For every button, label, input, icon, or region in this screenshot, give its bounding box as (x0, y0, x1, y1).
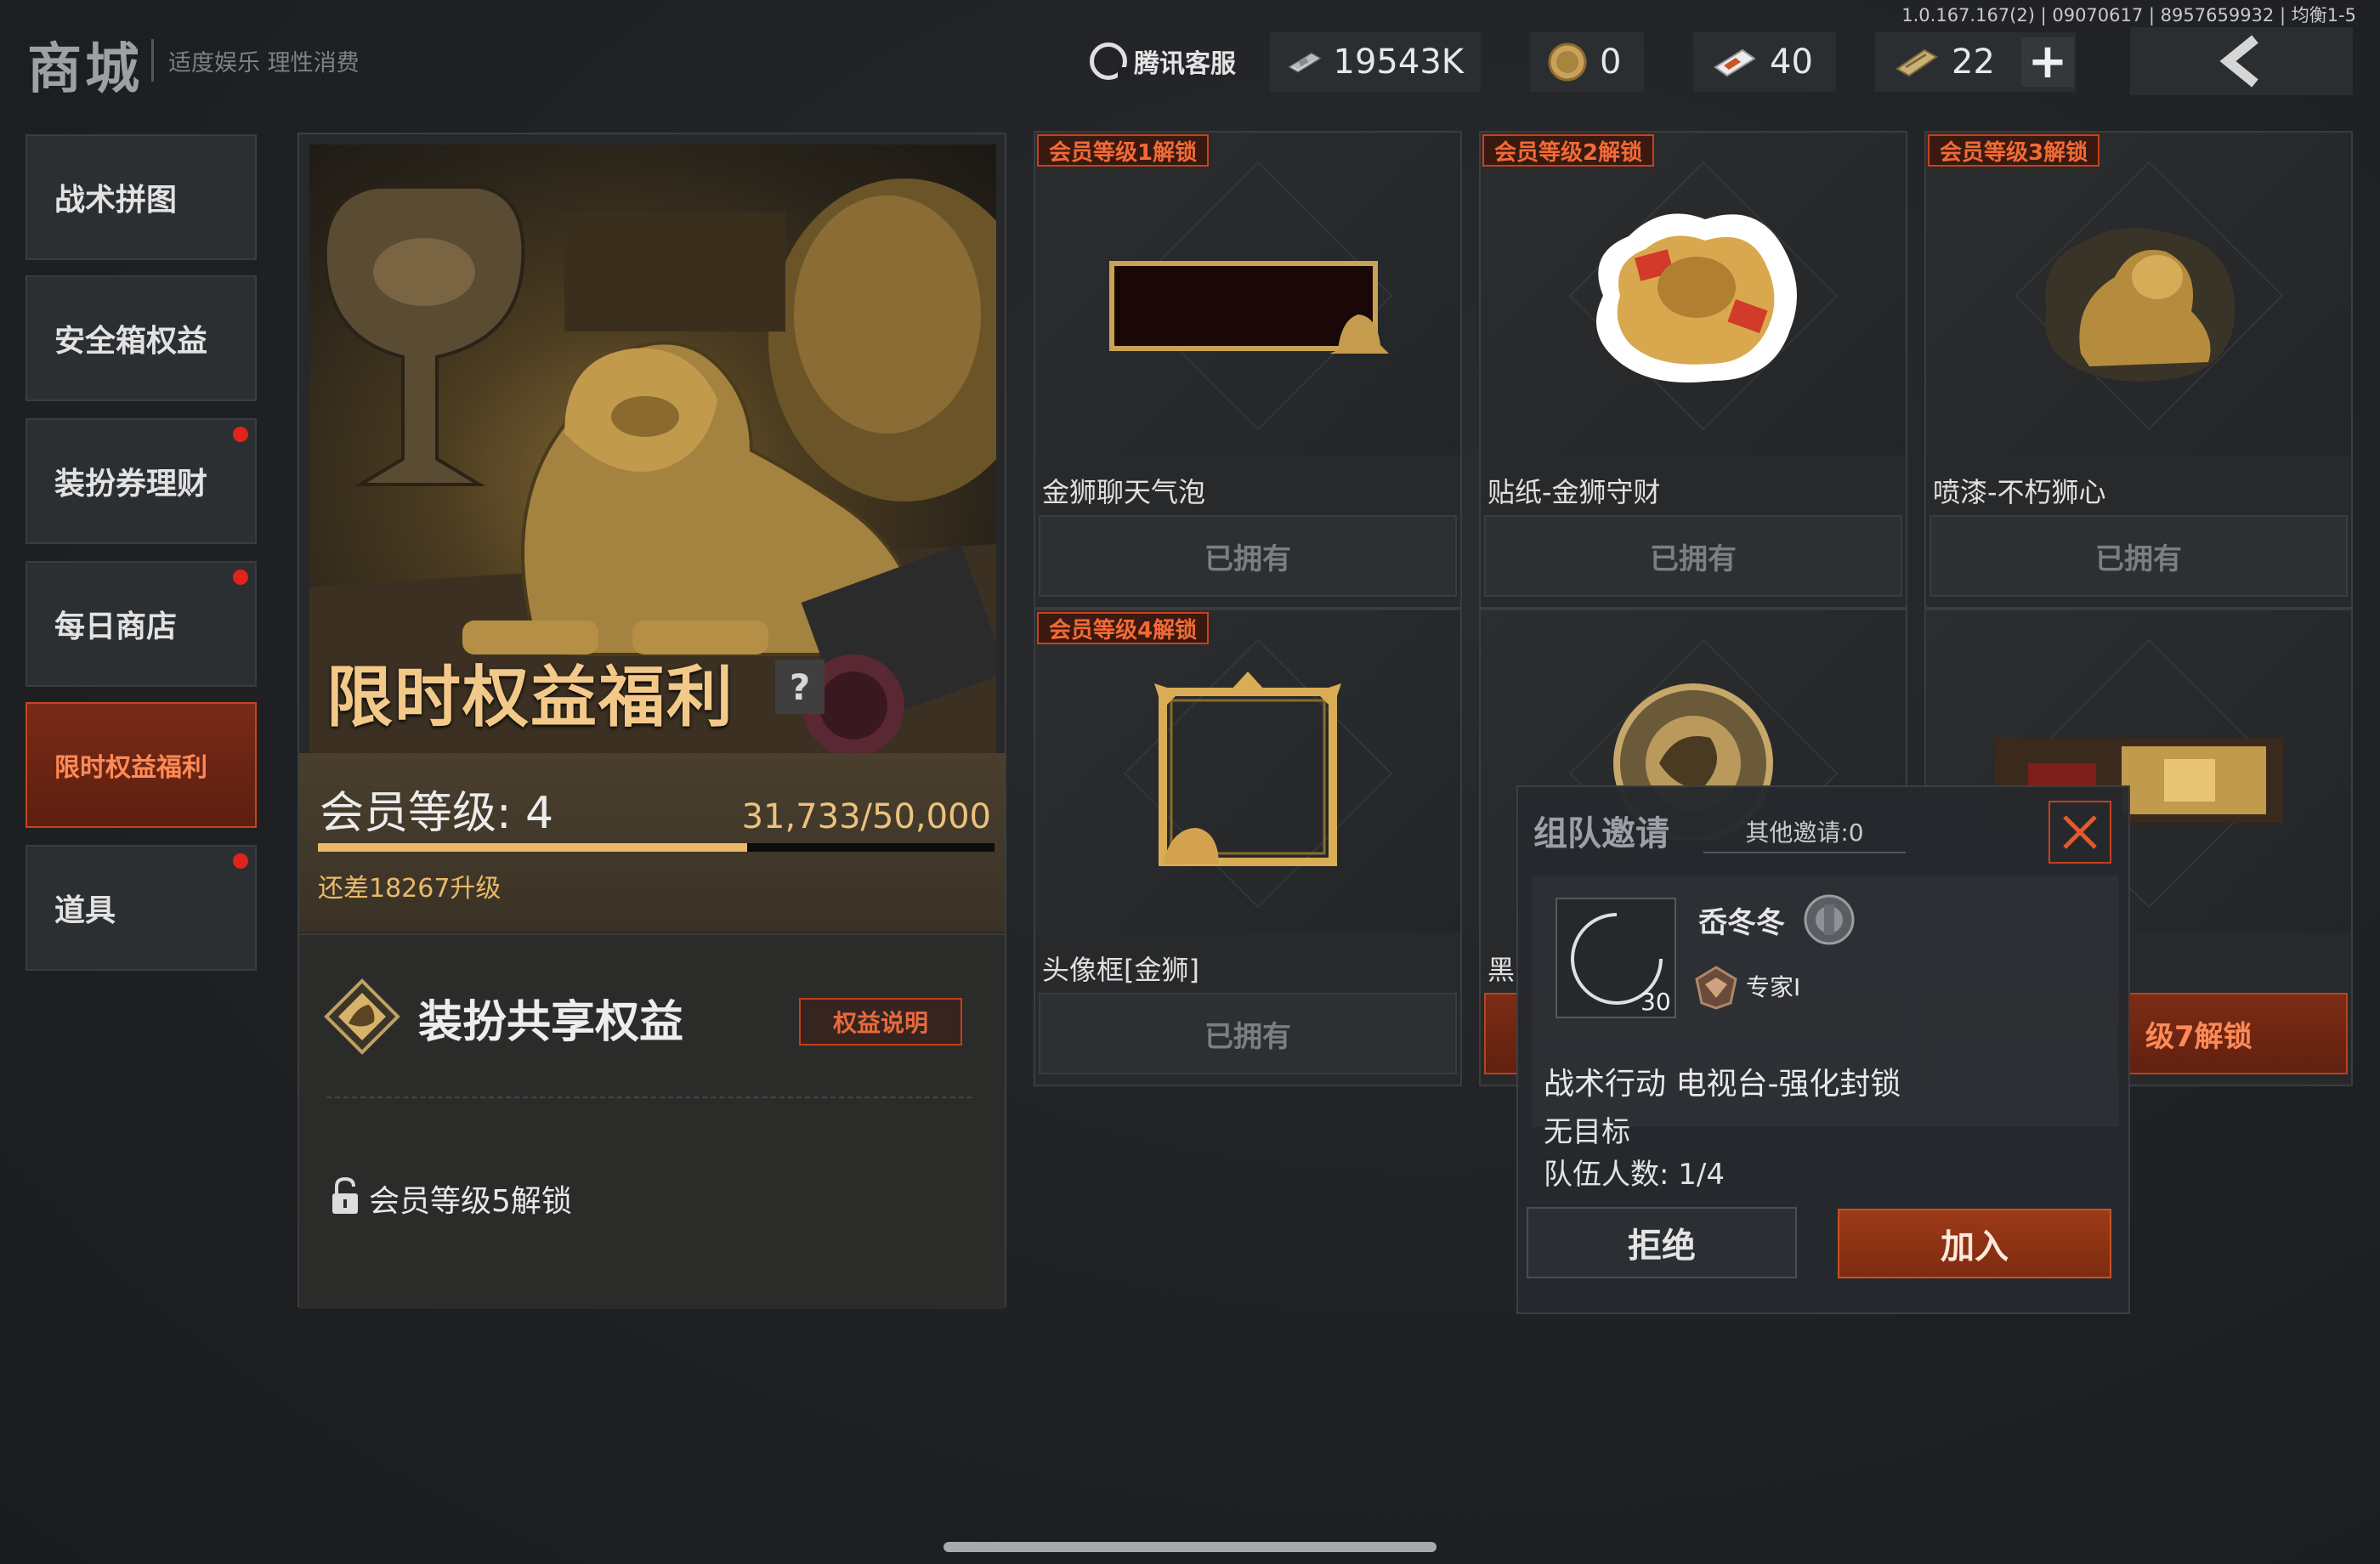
customer-service-button[interactable]: 腾讯客服 (1090, 39, 1236, 83)
reward-card-sticker[interactable]: 会员等级2解锁 贴纸-金狮守财 已拥有 (1479, 131, 1907, 609)
page-title: 商城 (27, 38, 143, 101)
currency-ticket-value: 22 (1952, 42, 1995, 82)
team-count-text: 队伍人数: 1/4 (1544, 1158, 1725, 1192)
back-arrow-icon (2219, 35, 2258, 88)
hero-title: 限时权益福利 (326, 660, 735, 736)
dialog-title: 组队邀请 (1533, 814, 1669, 853)
chat-bubble-frame-image (1109, 261, 1389, 354)
sidebar-item-voucher-finance[interactable]: 装扮券理财 (26, 418, 257, 544)
voucher-icon (1714, 48, 1756, 77)
reward-card-avatar-frame[interactable]: 会员等级4解锁 头像框[金狮] 已拥有 (1034, 609, 1462, 1086)
unlock-level-badge: 会员等级1解锁 (1037, 134, 1210, 167)
lock-icon (332, 1176, 358, 1214)
owned-button[interactable]: 已拥有 (1039, 515, 1457, 597)
notification-dot (233, 427, 248, 442)
close-button[interactable] (2048, 801, 2111, 864)
unlock-level-badge: 会员等级4解锁 (1037, 612, 1210, 644)
player-rank: 专家I (1746, 973, 1801, 1001)
sidebar-item-label: 战术拼图 (54, 183, 178, 218)
sidebar-item-tactical-puzzle[interactable]: 战术拼图 (26, 134, 257, 260)
card-item-name: 头像框[金狮] (1042, 954, 1199, 986)
add-currency-button[interactable]: + (2021, 37, 2074, 87)
vip-progress-text: 31,733/50,000 (741, 797, 991, 836)
reject-button[interactable]: 拒绝 (1527, 1207, 1797, 1278)
vip-level-label: 会员等级: 4 (320, 788, 554, 839)
card-image-area (1481, 133, 1906, 456)
sidebar-item-props[interactable]: 道具 (26, 845, 257, 971)
close-icon (2063, 815, 2097, 849)
card-item-name: 金狮聊天气泡 (1042, 476, 1206, 508)
page-subtitle: 适度娱乐 理性消费 (168, 50, 360, 76)
currency-voucher-value: 40 (1770, 42, 1813, 82)
ticket-icon (1896, 48, 1938, 77)
sidebar-item-label: 安全箱权益 (54, 324, 208, 359)
unlock-level-badge: 会员等级3解锁 (1928, 134, 2100, 167)
lion-sticker-image (1596, 213, 1797, 382)
card-item-name: 贴纸-金狮守财 (1488, 476, 1661, 508)
gold-diamond-icon (324, 978, 400, 1055)
currency-banknote-value: 19543K (1333, 42, 1464, 82)
unlock-level-badge: 会员等级2解锁 (1482, 134, 1655, 167)
benefit-hero-panel: 限时权益福利 ? 会员等级: 4 31,733/50,000 还差18267升级… (298, 133, 1006, 1309)
unlock-requirement-text: 会员等级5解锁 (369, 1184, 572, 1219)
card-item-name: 喷漆-不朽狮心 (1933, 476, 2106, 508)
version-text: 1.0.167.167(2) | 09070617 | 8957659932 |… (1901, 5, 2356, 26)
owned-button[interactable]: 已拥有 (1930, 515, 2348, 597)
title-divider (151, 39, 154, 82)
customer-service-icon (1090, 42, 1130, 80)
join-button[interactable]: 加入 (1838, 1209, 2111, 1278)
owned-button[interactable]: 已拥有 (1484, 515, 1902, 597)
home-indicator[interactable] (944, 1542, 1436, 1552)
coin-icon (1548, 42, 1587, 82)
rules-button[interactable]: 权益说明 (799, 998, 962, 1046)
reward-card-chat-bubble[interactable]: 会员等级1解锁 金狮聊天气泡 已拥有 (1034, 131, 1462, 609)
sidebar-item-safebox-rights[interactable]: 安全箱权益 (26, 275, 257, 401)
card-image-area (1035, 133, 1460, 456)
team-invite-dialog: 组队邀请 其他邀请:0 30 岙冬冬 专家I 战术行动 电视台-强化封锁 无目标 (1516, 785, 2130, 1314)
card-image-area (1926, 133, 2351, 456)
currency-voucher[interactable]: 40 (1693, 32, 1836, 92)
banknote-icon (1288, 53, 1322, 73)
reward-card-spray[interactable]: 会员等级3解锁 喷漆-不朽狮心 已拥有 (1924, 131, 2353, 609)
other-invites-link[interactable]: 其他邀请:0 (1703, 814, 1906, 853)
player-name: 岙冬冬 (1698, 906, 1785, 940)
vip-remaining-text: 还差18267升级 (318, 874, 502, 904)
owned-button[interactable]: 已拥有 (1039, 993, 1457, 1074)
game-mode-text: 战术行动 电视台-强化封锁 (1544, 1067, 1901, 1102)
customer-service-label: 腾讯客服 (1134, 49, 1236, 79)
currency-banknote[interactable]: 19543K (1270, 32, 1481, 92)
sidebar-item-label: 道具 (54, 893, 116, 928)
vip-level-box: 会员等级: 4 31,733/50,000 还差18267升级 (299, 753, 1005, 932)
player-level: 30 (1640, 988, 1671, 1016)
vip-progress-bar (318, 843, 994, 852)
help-button[interactable]: ? (775, 660, 824, 714)
back-button[interactable] (2130, 27, 2353, 95)
sidebar-item-limited-benefits[interactable]: 限时权益福利 (26, 702, 257, 828)
sidebar-item-label: 限时权益福利 (54, 753, 207, 783)
shared-rights-title: 装扮共享权益 (418, 997, 684, 1048)
sidebar-item-label: 装扮券理财 (54, 467, 208, 502)
currency-coin-value: 0 (1600, 42, 1622, 82)
sidebar-item-daily-shop[interactable]: 每日商店 (26, 561, 257, 687)
card-image-area (1035, 610, 1460, 933)
divider (326, 1096, 972, 1098)
shop-screen: 1.0.167.167(2) | 09070617 | 8957659932 |… (0, 0, 2380, 1564)
target-text: 无目标 (1544, 1115, 1630, 1149)
gold-lion-avatar-frame-image (1154, 672, 1341, 866)
player-badge-icon (1804, 894, 1855, 945)
unlock-level-text: 级7解锁 (2145, 1019, 2252, 1054)
currency-coin[interactable]: 0 (1530, 32, 1644, 92)
lion-spray-image (2045, 228, 2236, 382)
notification-dot (233, 853, 248, 869)
card-item-name: 黑 (1488, 954, 1516, 986)
vip-progress-fill (318, 843, 748, 852)
sidebar-item-label: 每日商店 (54, 609, 178, 644)
expert-rank-icon (1695, 966, 1737, 1010)
notification-dot (233, 570, 248, 585)
